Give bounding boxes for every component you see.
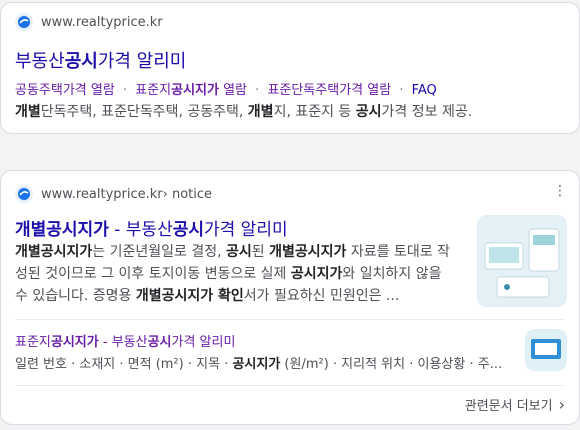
result-source[interactable]: www.realtyprice.kr: [15, 13, 163, 31]
title-text: 가격 알리미: [204, 220, 288, 240]
snippet-text: 는 기준년월일로 결정,: [92, 244, 227, 260]
snippet-bold: 공시지가: [290, 266, 343, 282]
sitelink[interactable]: 공동주택가격 열람: [15, 83, 115, 98]
result-thumbnail[interactable]: [477, 215, 567, 307]
result-title-link[interactable]: 부동산공시가격 알리미: [15, 47, 186, 73]
title-bold: 공시: [64, 51, 98, 72]
snippet-bold: 공시지가: [232, 357, 281, 372]
more-vert-icon[interactable]: ⋮: [553, 183, 567, 199]
result-snippet: 개별단독주택, 표준단독주택, 공동주택, 개별지, 표준지 등 공시가격 정보…: [15, 101, 565, 123]
sub-result-thumbnail[interactable]: [525, 329, 567, 371]
sitelink-label: 열람: [218, 83, 248, 98]
more-label: 관련문서 더보기: [464, 399, 553, 414]
snippet-bold: 개별: [15, 104, 41, 120]
snippet-bold: 공시: [355, 104, 382, 120]
snippet-text: 지, 표준지 등: [273, 104, 356, 120]
site-favicon-icon: [15, 185, 33, 203]
result-title-link[interactable]: 개별공시지가 - 부동산공시가격 알리미: [15, 215, 288, 240]
snippet-text: 서가 필요하신 민원인은 ...: [243, 288, 400, 304]
site-favicon-icon: [15, 13, 33, 31]
sitelink-bold: 공시지가: [171, 83, 219, 98]
sub-result-snippet: 일련 번호 · 소재지 · 면적 (m²) · 지목 · 공시지가 (원/m²)…: [15, 353, 502, 372]
title-text: 부동산: [15, 51, 65, 72]
source-url: www.realtyprice.kr: [41, 186, 163, 202]
search-result-card: www.realtyprice.kr › notice ⋮ 개별공시지가 - 부…: [0, 170, 580, 425]
snippet-bold: 개별공시지가 확인: [135, 288, 244, 304]
result-source[interactable]: www.realtyprice.kr › notice: [15, 185, 212, 203]
separator: ·: [255, 83, 260, 98]
sitelink-label: 공동주택가격 열람: [15, 83, 115, 98]
sitelink-label: 표준지: [135, 83, 172, 98]
more-related-link[interactable]: 관련문서 더보기 ›: [465, 395, 565, 414]
snippet-bold: 공시: [226, 244, 252, 260]
title-bold: 공시: [172, 220, 204, 240]
title-text: 가격 알리미: [171, 335, 236, 350]
title-text: 표준지: [15, 335, 51, 350]
sitelink[interactable]: 표준단독주택가격 열람: [267, 83, 391, 98]
separator: ·: [399, 83, 404, 98]
title-bold: 공시: [147, 335, 172, 350]
snippet-text: 된: [251, 244, 270, 260]
sitelink-label: 표준단독주택가격 열람: [267, 83, 392, 98]
result-snippet: 개별공시지가는 기준년월일로 결정, 공시된 개별공시지가 자료를 토대로 작성…: [15, 241, 455, 307]
title-text: 가격 알리미: [97, 51, 187, 72]
snippet-bold: 개별공시지가: [15, 244, 93, 260]
search-result-card: www.realtyprice.kr 부동산공시가격 알리미 공동주택가격 열람…: [0, 2, 580, 134]
snippet-bold: 개별: [247, 104, 274, 120]
source-url: www.realtyprice.kr: [41, 14, 163, 30]
sub-result-title-link[interactable]: 표준지공시지가 - 부동산공시가격 알리미: [15, 331, 235, 350]
breadcrumb: › notice: [162, 186, 213, 202]
title-text: - 부동산: [108, 220, 173, 240]
sitelink-label: FAQ: [411, 83, 437, 98]
snippet-bold: 개별공시지가: [269, 244, 347, 260]
snippet-text: 단독주택, 표준단독주택, 공동주택,: [40, 104, 248, 120]
divider: [15, 319, 565, 320]
sitelink[interactable]: FAQ: [412, 83, 437, 98]
sitelink[interactable]: 표준지공시지가 열람: [135, 83, 247, 98]
title-text: - 부동산: [98, 335, 148, 350]
snippet-text: 일련 번호 · 소재지 · 면적 (m²) · 지목 ·: [15, 357, 233, 372]
sitelinks-row: 공동주택가격 열람 · 표준지공시지가 열람 · 표준단독주택가격 열람 · F…: [15, 79, 437, 98]
separator: ·: [122, 83, 128, 98]
title-bold: 개별공시지가: [15, 220, 109, 240]
title-bold: 공시지가: [50, 335, 99, 350]
snippet-text: 가격 정보 제공.: [381, 104, 473, 120]
chevron-right-icon: ›: [558, 395, 565, 414]
divider: [15, 385, 565, 386]
snippet-text: (원/m²) · 지리적 위치 · 이용상황 · 주...: [280, 357, 503, 372]
